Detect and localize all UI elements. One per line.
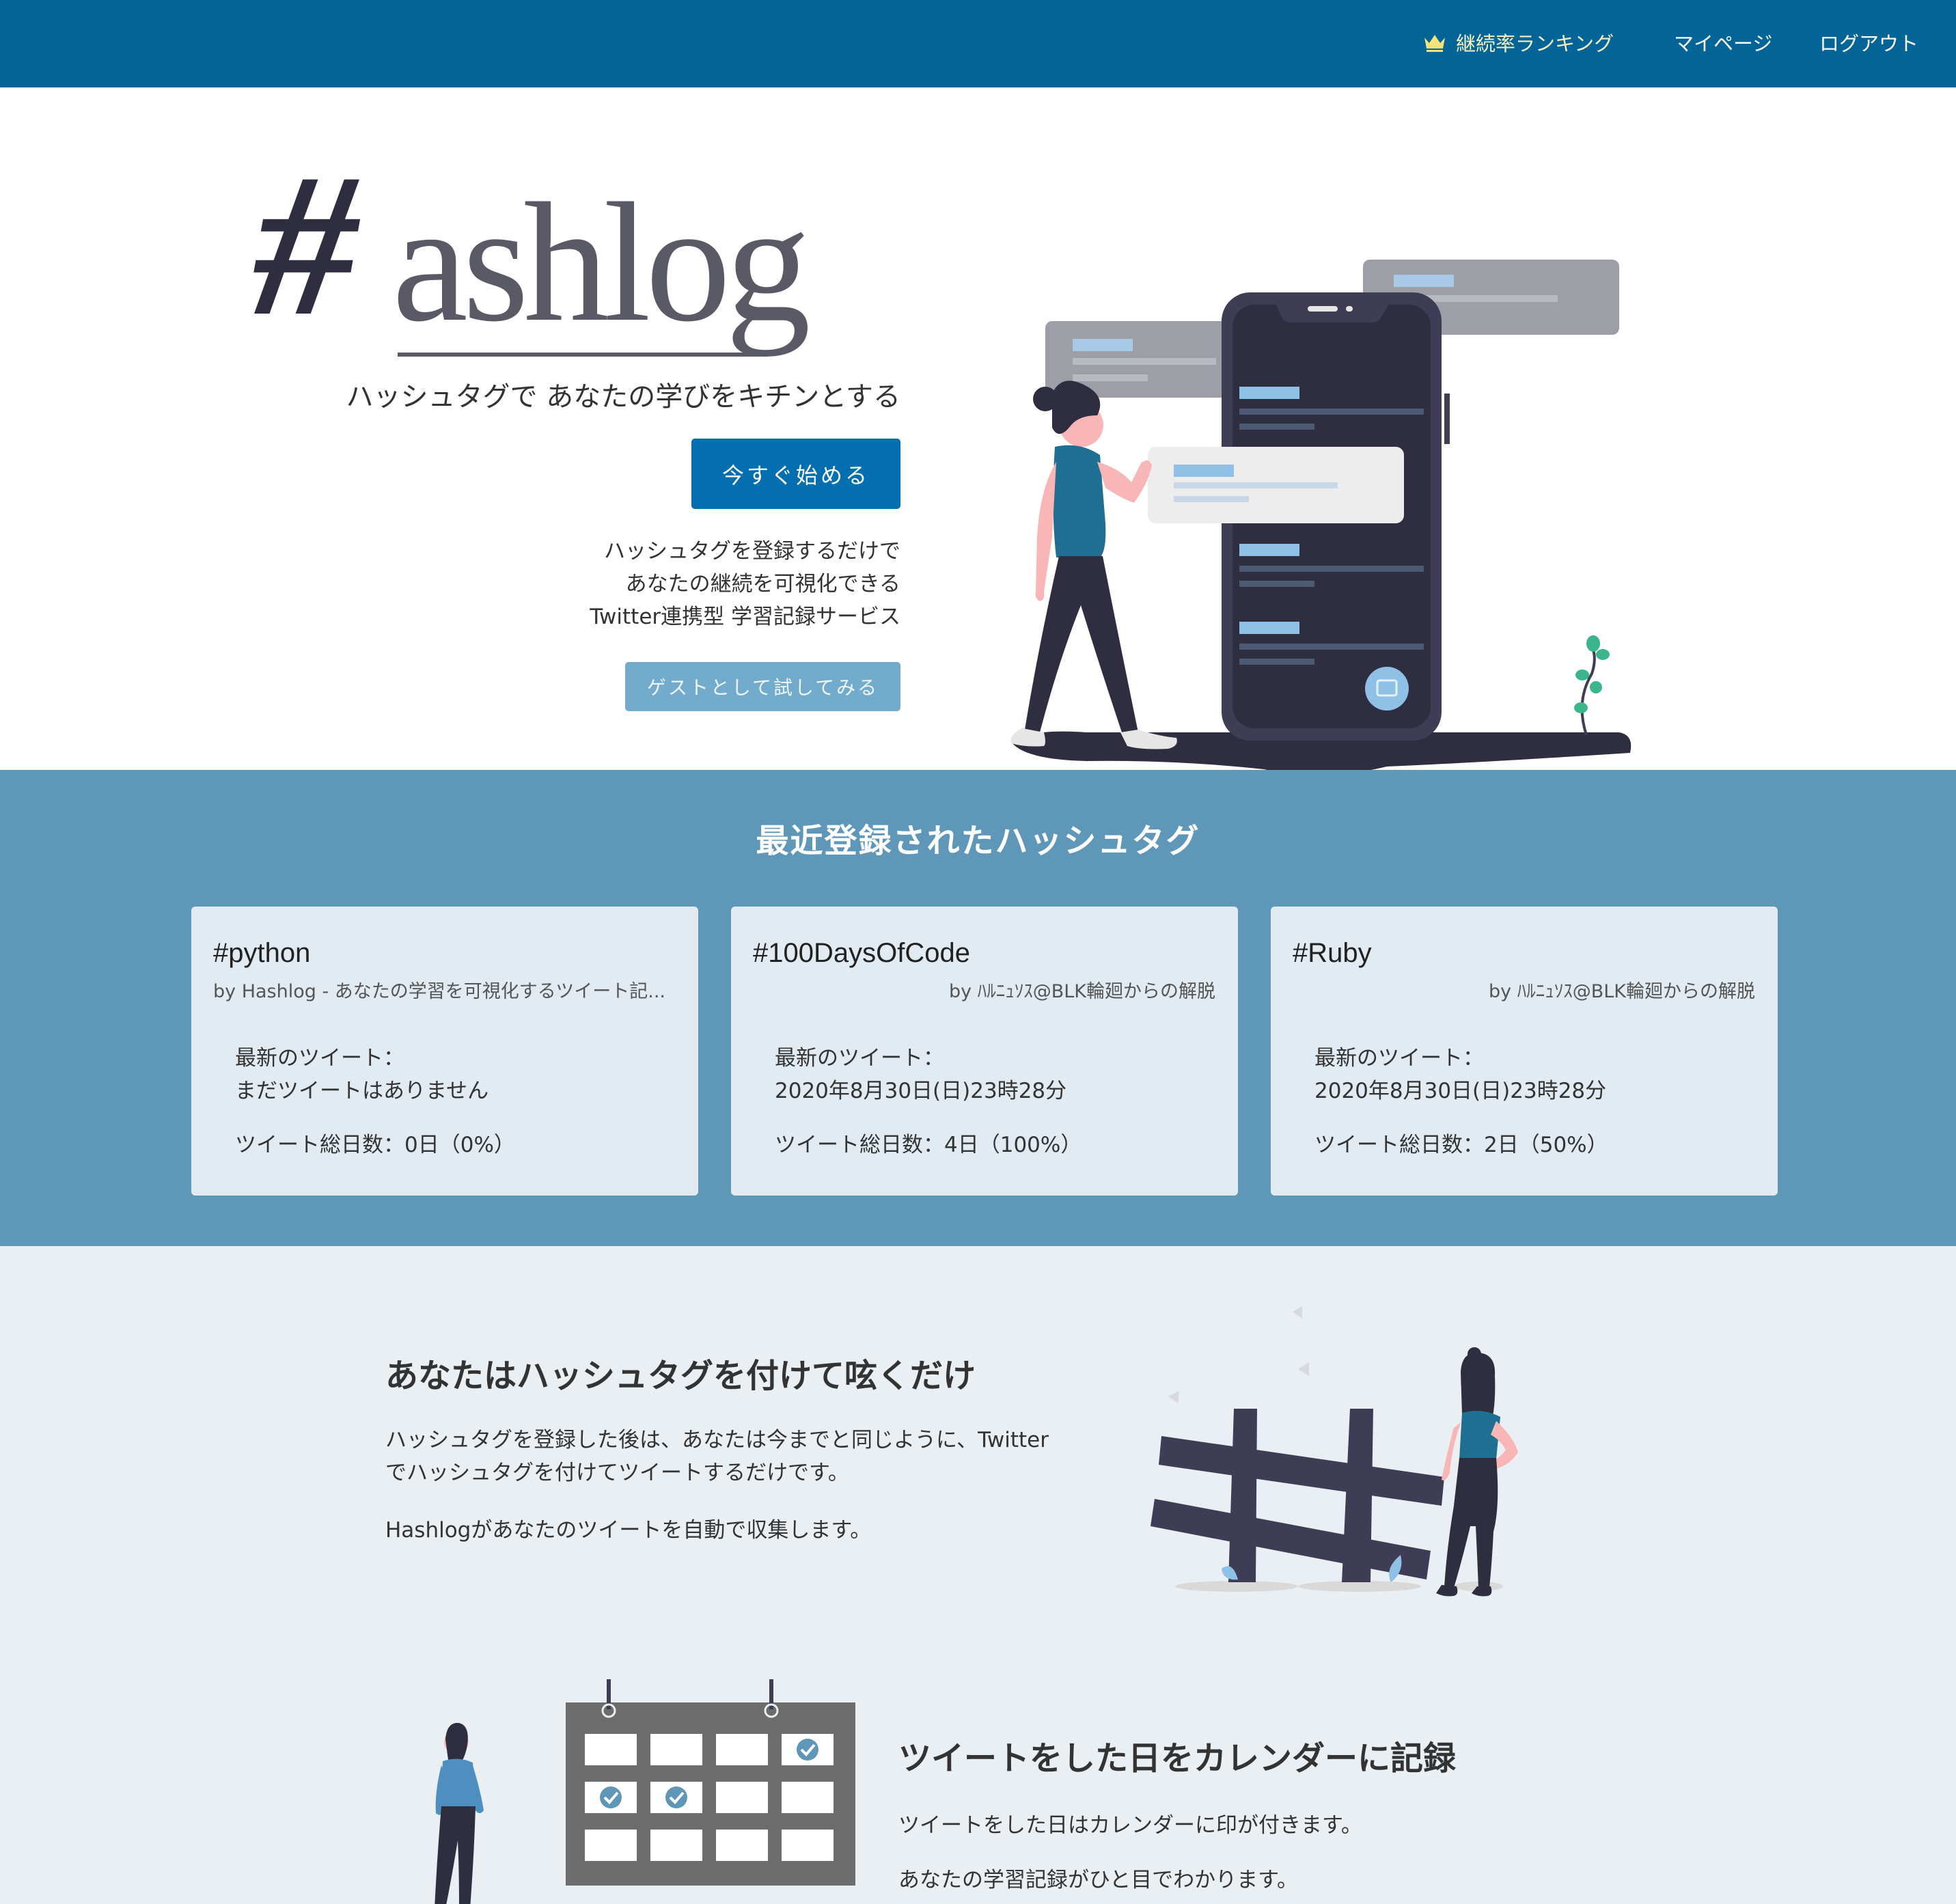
total-tweet-days: ツイート総日数：0日（0%） [235, 1133, 515, 1157]
nav-mypage-link[interactable]: マイページ [1674, 27, 1772, 60]
logo-underline [398, 353, 763, 357]
hashtag-card[interactable]: #Ruby by ﾊﾙﾆｭｿｽ@BLK輪廻からの解脱 最新のツイート： 2020… [1271, 907, 1778, 1196]
guest-trial-button[interactable]: ゲストとして試してみる [625, 662, 900, 711]
hero-desc-line: Twitter連携型 学習記録サービス [590, 605, 900, 629]
features-section: あなたはハッシュタグを付けて呟くだけ ハッシュタグを登録した後は、あなたは今まで… [0, 1246, 1956, 1904]
latest-tweet-value: 2020年8月30日(日)23時28分 [775, 1079, 1067, 1103]
hashtag-link[interactable]: #Ruby [1293, 938, 1372, 969]
hashtag-owner: by ﾊﾙﾆｭｿｽ@BLK輪廻からの解脱 [1489, 981, 1755, 1002]
total-tweet-days: ツイート総日数：2日（50%） [1314, 1133, 1608, 1157]
hero-desc-line: あなたの継続を可視化できる [625, 572, 900, 596]
logo-word: ashlog [392, 168, 811, 357]
latest-tweet-label: 最新のツイート： [235, 1046, 404, 1071]
hashtag-woman-illustration [1151, 1306, 1518, 1597]
hashtag-link[interactable]: #100DaysOfCode [753, 938, 970, 969]
nav-logout-link[interactable]: ログアウト [1819, 27, 1918, 60]
hashtag-owner: by ﾊﾙﾆｭｿｽ@BLK輪廻からの解脱 [949, 981, 1215, 1002]
nav-ranking-link[interactable]: 継続率ランキング [1423, 27, 1614, 60]
hero-section: # ashlog ハッシュタグで あなたの学びをキチンとする 今すぐ始める ハッ… [0, 87, 1956, 776]
hashtag-link[interactable]: #python [213, 938, 310, 969]
feature-tweet-text-2: Hashlogがあなたのツイートを自動で収集します。 [385, 1518, 872, 1543]
latest-tweet-label: 最新のツイート： [775, 1046, 944, 1071]
logo-hash: # [254, 131, 357, 358]
latest-tweet-value: 2020年8月30日(日)23時28分 [1314, 1079, 1607, 1103]
hero-description: ハッシュタグを登録するだけで あなたの継続を可視化できる Twitter連携型 … [590, 535, 900, 633]
feature-calendar-title: ツイートをした日をカレンダーに記録 [898, 1739, 1457, 1778]
hashtag-card[interactable]: #100DaysOfCode by ﾊﾙﾆｭｿｽ@BLK輪廻からの解脱 最新のツ… [731, 907, 1238, 1196]
feature-tweet-title: あなたはハッシュタグを付けて呟くだけ [385, 1357, 976, 1395]
hero-desc-line: ハッシュタグを登録するだけで [604, 539, 900, 564]
total-tweet-days: ツイート総日数：4日（100%） [775, 1133, 1082, 1157]
hero-tagline: ハッシュタグで あなたの学びをキチンとする [346, 381, 900, 413]
feature-tweet-text: ハッシュタグを登録した後は、あなたは今までと同じように、Twitterでハッシュ… [385, 1428, 1049, 1485]
hashlog-logo: # ashlog [254, 131, 907, 358]
latest-tweet-value: まだツイートはありません [235, 1079, 489, 1103]
start-now-button[interactable]: 今すぐ始める [691, 439, 900, 509]
top-navbar: 継続率ランキング マイページ ログアウト [0, 0, 1956, 87]
smartphone-woman-illustration [1010, 260, 1631, 776]
calendar-woman-illustration [435, 1679, 855, 1904]
hashtag-card[interactable]: #python by Hashlog - あなたの学習を可視化するツイート記..… [191, 907, 698, 1196]
latest-tweet-label: 最新のツイート： [1314, 1046, 1484, 1071]
recent-hashtags-title: 最近登録されたハッシュタグ [756, 822, 1200, 860]
feature-calendar-text: ツイートをした日はカレンダーに印が付きます。 [898, 1813, 1362, 1838]
crown-icon [1424, 35, 1445, 52]
recent-hashtags-section: 最近登録されたハッシュタグ #python by Hashlog - あなたの学… [0, 770, 1956, 1246]
feature-calendar-text-2: あなたの学習記録がひと目でわかります。 [898, 1868, 1298, 1892]
hashtag-owner: by Hashlog - あなたの学習を可視化するツイート記... [213, 981, 666, 1002]
nav-ranking-label: 継続率ランキング [1456, 32, 1614, 55]
